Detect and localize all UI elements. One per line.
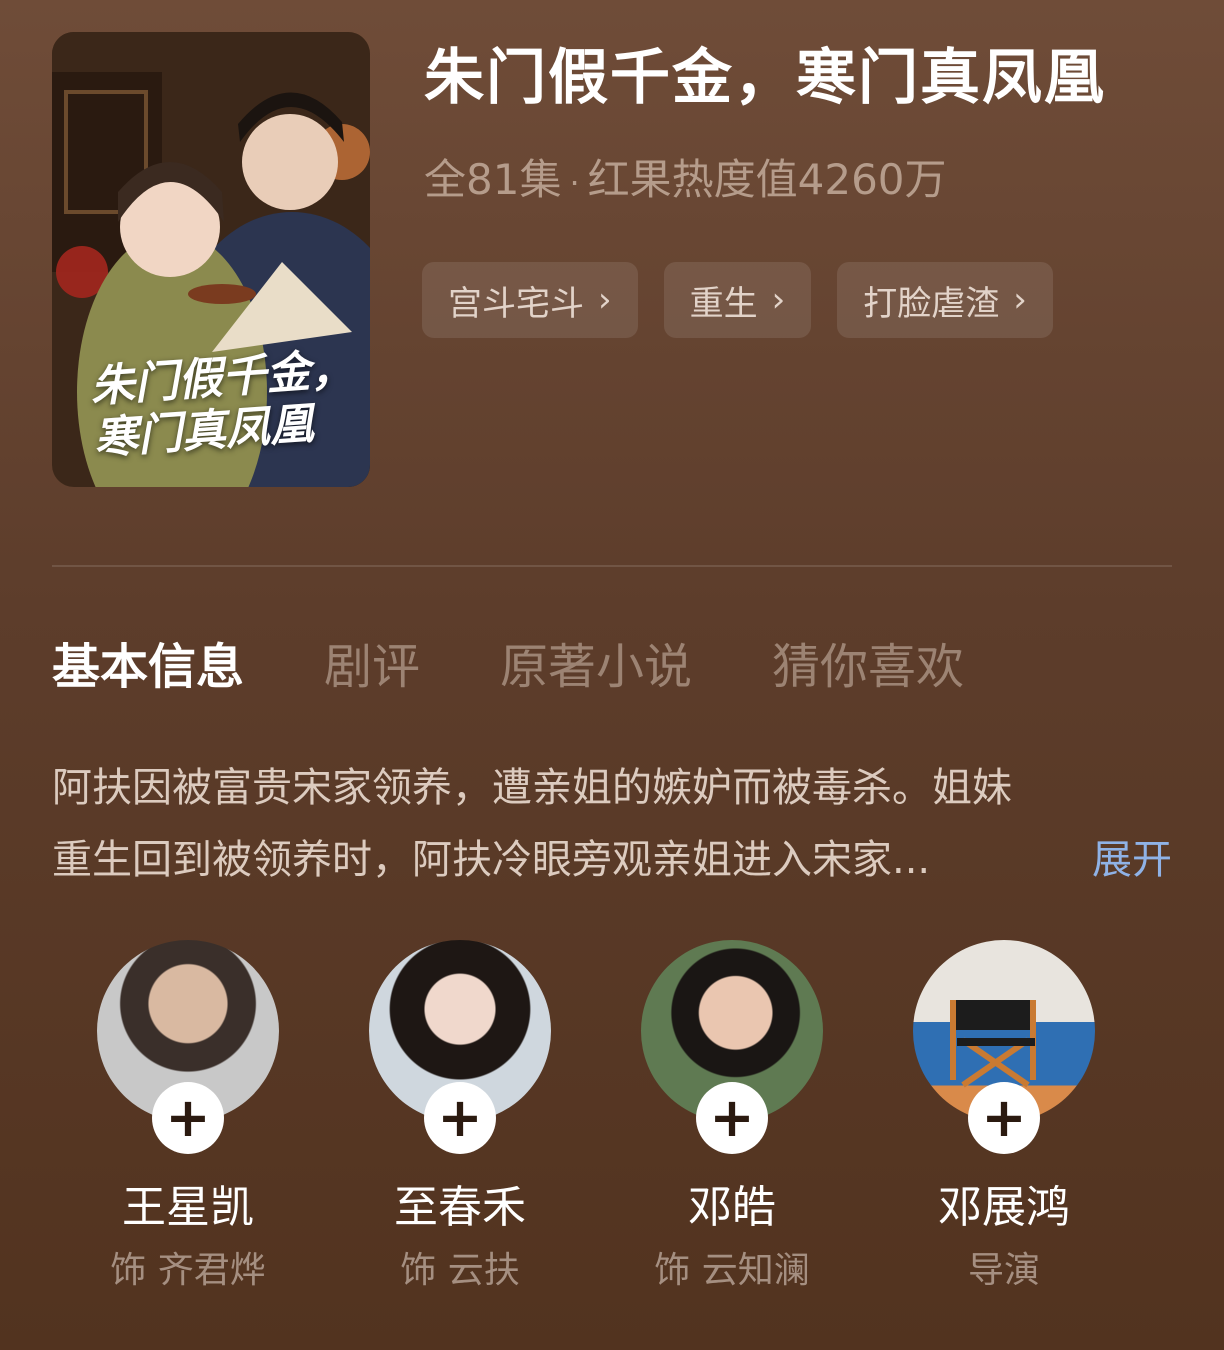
chevron-right-icon: › xyxy=(1013,280,1027,320)
drama-title: 朱门假千金，寒门真凤凰 xyxy=(424,43,1106,113)
cast-role: 导演 xyxy=(967,1250,1040,1291)
heat-value: 红果热度值4260万 xyxy=(587,155,947,204)
cast-role: 饰 齐君烨 xyxy=(110,1250,266,1291)
follow-plus-icon[interactable]: + xyxy=(424,1082,496,1154)
tab-original-novel[interactable]: 原著小说 xyxy=(500,632,692,702)
synopsis-line-2: 重生回到被领养时，阿扶冷眼旁观亲姐进入宋家... xyxy=(52,837,931,883)
follow-plus-icon[interactable]: + xyxy=(152,1082,224,1154)
cast-member[interactable]: + 王星凯 饰 齐君烨 xyxy=(52,940,324,1296)
poster-image[interactable]: 朱门假千金，寒门真凤凰 xyxy=(52,32,370,487)
tag-list: 宫斗宅斗 › 重生 › 打脸虐渣 › xyxy=(422,262,1053,338)
cast-name: 至春禾 xyxy=(394,1182,526,1233)
tab-reviews[interactable]: 剧评 xyxy=(324,632,420,702)
drama-meta: 全81集 · 红果热度值4260万 xyxy=(424,150,947,213)
tab-basic-info[interactable]: 基本信息 xyxy=(52,632,244,702)
cast-name: 邓皓 xyxy=(688,1182,776,1233)
tab-bar: 基本信息 剧评 原著小说 猜你喜欢 xyxy=(52,632,1044,702)
chevron-right-icon: › xyxy=(598,280,612,320)
tag-palace-intrigue[interactable]: 宫斗宅斗 › xyxy=(422,262,638,338)
synopsis-line-1: 阿扶因被富贵宋家领养，遭亲姐的嫉妒而被毒杀。姐妹 xyxy=(52,765,1012,811)
cast-role: 饰 云知澜 xyxy=(654,1250,810,1291)
tag-rebirth[interactable]: 重生 › xyxy=(663,262,812,338)
follow-plus-icon[interactable]: + xyxy=(968,1082,1040,1154)
cast-member[interactable]: + 邓展鸿 导演 xyxy=(868,940,1140,1296)
separator-dot: · xyxy=(569,163,580,202)
expand-link[interactable]: 展开 xyxy=(1092,824,1172,896)
tag-label: 打脸虐渣 xyxy=(863,283,1000,324)
tab-recommendations[interactable]: 猜你喜欢 xyxy=(772,632,964,702)
tag-label: 宫斗宅斗 xyxy=(448,283,584,324)
cast-name: 王星凯 xyxy=(122,1182,254,1233)
section-divider xyxy=(52,565,1172,567)
synopsis: 阿扶因被富贵宋家领养，遭亲姐的嫉妒而被毒杀。姐妹 重生回到被领养时，阿扶冷眼旁观… xyxy=(52,752,1172,896)
poster-calligraphy-title: 朱门假千金，寒门真凤凰 xyxy=(88,343,356,465)
follow-plus-icon[interactable]: + xyxy=(696,1082,768,1154)
tag-revenge[interactable]: 打脸虐渣 › xyxy=(837,262,1053,338)
chevron-right-icon: › xyxy=(771,280,786,320)
cast-name: 邓展鸿 xyxy=(938,1182,1070,1233)
tag-label: 重生 xyxy=(689,283,758,324)
cast-member[interactable]: + 邓皓 饰 云知澜 xyxy=(596,940,868,1296)
cast-member[interactable]: + 至春禾 饰 云扶 xyxy=(324,940,596,1296)
cast-list: + 王星凯 饰 齐君烨 + 至春禾 饰 云扶 + 邓皓 饰 云知澜 + 邓展鸿 … xyxy=(52,940,1172,1296)
episode-count: 全81集 xyxy=(424,155,562,204)
cast-role: 饰 云扶 xyxy=(400,1250,520,1291)
